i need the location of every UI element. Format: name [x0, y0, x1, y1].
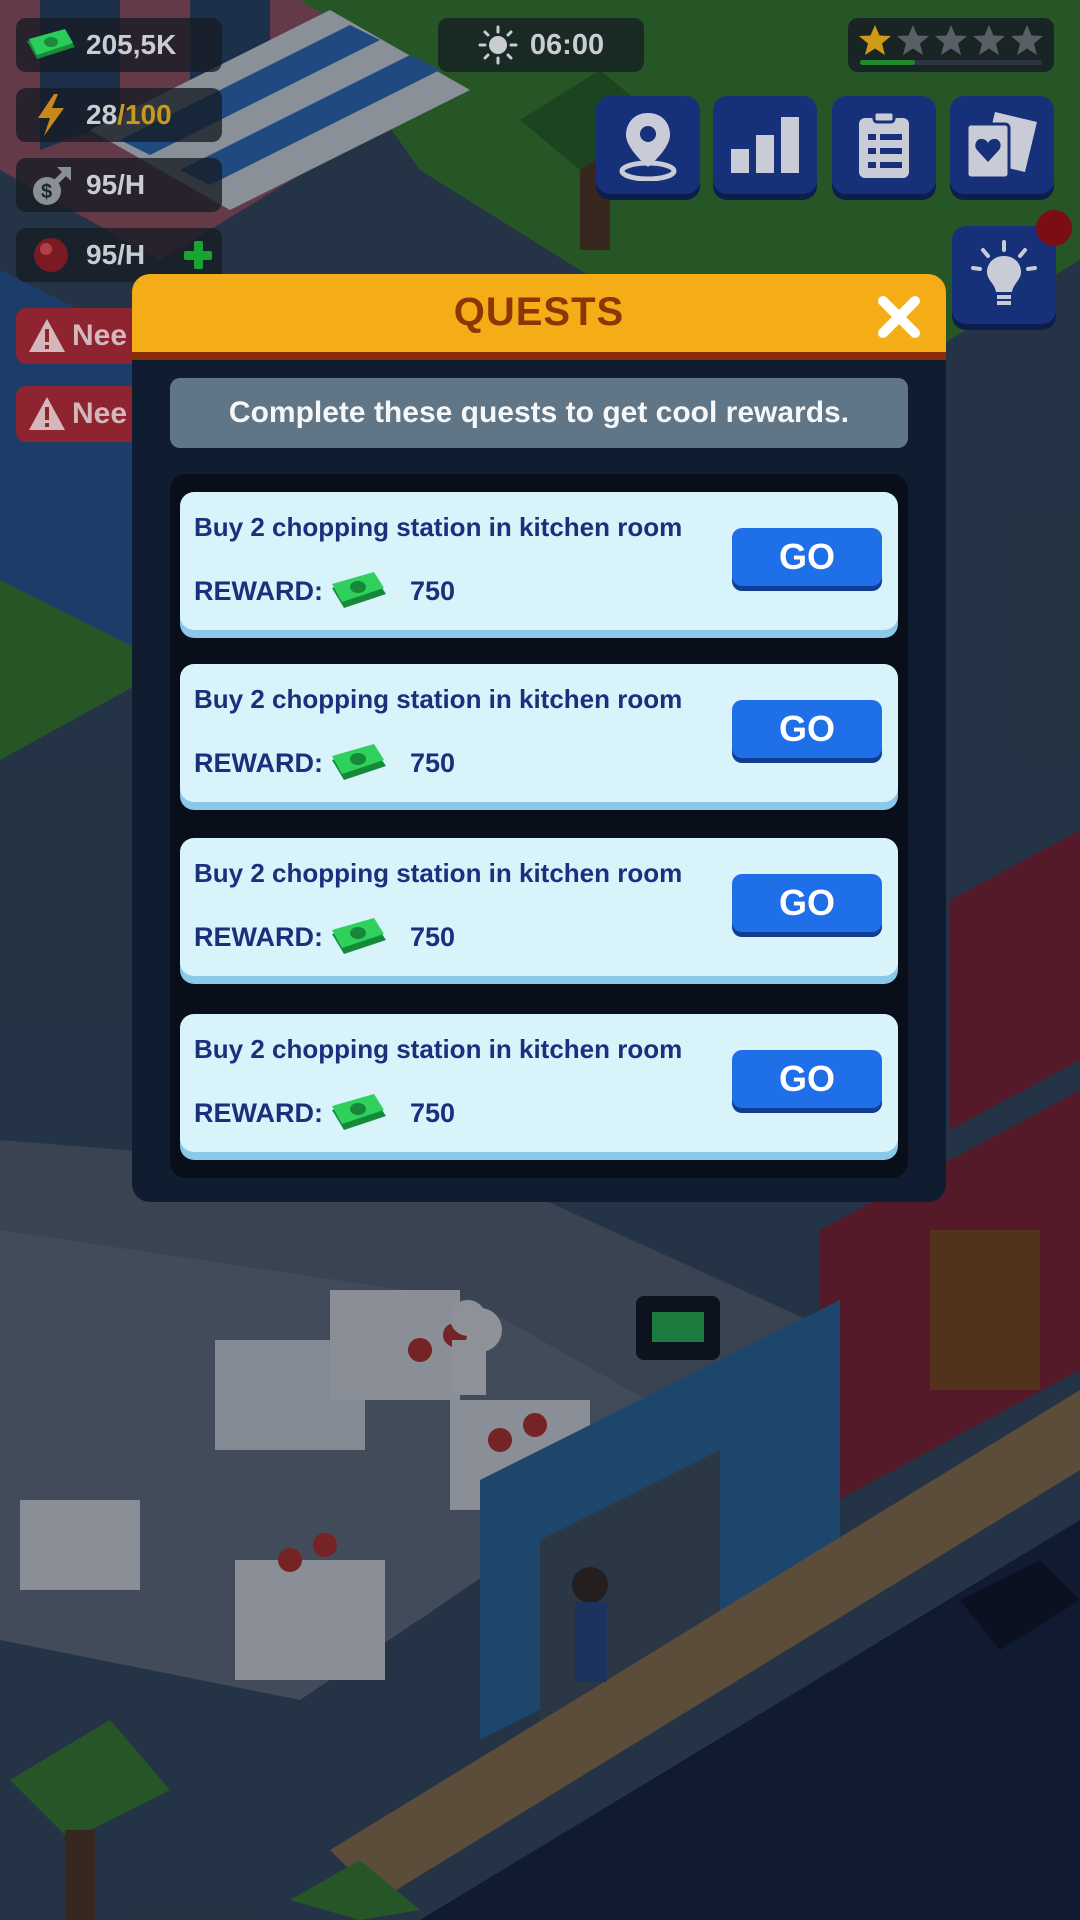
close-icon[interactable]: [876, 294, 922, 340]
quest-description: Buy 2 chopping station in kitchen room: [194, 1034, 683, 1064]
warning-icon: [29, 319, 65, 352]
lightning-icon: [16, 88, 86, 142]
reward-label: REWARD:: [194, 576, 323, 606]
quest-card: Buy 2 chopping station in kitchen room R…: [180, 664, 898, 802]
reward-label: REWARD:: [194, 748, 323, 778]
reward-amount: 750: [410, 1098, 456, 1128]
money-bag-arrow-icon: $: [16, 158, 86, 212]
star-empty-icon: [973, 25, 1005, 55]
go-button[interactable]: GO: [732, 874, 882, 932]
gems-value: 95/H: [86, 239, 146, 270]
cash-icon: [16, 18, 86, 72]
star-empty-icon: [1011, 25, 1043, 55]
time-display: 06:00: [438, 18, 644, 72]
income-value: 95/H: [86, 169, 146, 200]
sun-icon: [478, 25, 518, 65]
reward-amount: 750: [410, 576, 456, 606]
add-gems-plus-icon[interactable]: [182, 239, 214, 271]
cards-heart-icon: [965, 112, 1037, 180]
cash-icon: [332, 744, 386, 780]
star-rating[interactable]: [848, 18, 1054, 72]
quest-description: Buy 2 chopping station in kitchen room: [194, 512, 683, 542]
reward-label: REWARD:: [194, 922, 323, 952]
energy-value: 28: [86, 99, 118, 130]
quest-card: Buy 2 chopping station in kitchen room R…: [180, 1014, 898, 1152]
warning-icon: [29, 397, 65, 430]
cash-icon: [332, 572, 386, 608]
warning-text-1: Nee: [72, 319, 128, 352]
modal-title: QUESTS: [453, 290, 625, 334]
go-button[interactable]: GO: [732, 1050, 882, 1108]
modal-header: QUESTS: [132, 274, 946, 360]
quests-button[interactable]: [832, 96, 936, 194]
star-empty-icon: [935, 25, 967, 55]
time-value: 06:00: [529, 28, 605, 61]
star-progress-bar: [860, 60, 1042, 65]
reward-label: REWARD:: [194, 1098, 323, 1128]
star-filled-icon: [859, 25, 891, 55]
map-pin-icon: [619, 113, 677, 181]
quest-description: Buy 2 chopping station in kitchen room: [194, 684, 683, 714]
star-row: [858, 24, 1044, 56]
income-counter[interactable]: $ 95/H: [16, 158, 222, 212]
cash-counter[interactable]: 205,5K: [16, 18, 222, 72]
quest-card: Buy 2 chopping station in kitchen room R…: [180, 492, 898, 630]
star-progress-fill: [860, 60, 915, 65]
cards-button[interactable]: [950, 96, 1054, 194]
quests-modal: QUESTS Complete these quests to get cool…: [132, 274, 946, 1202]
stats-button[interactable]: [713, 96, 817, 194]
energy-max: /100: [117, 99, 172, 130]
energy-counter[interactable]: 28/100: [16, 88, 222, 142]
svg-text:$: $: [41, 181, 52, 203]
cash-value: 205,5K: [86, 29, 177, 60]
cash-icon: [332, 1094, 386, 1130]
quest-description: Buy 2 chopping station in kitchen room: [194, 858, 683, 888]
reward-amount: 750: [410, 748, 456, 778]
clipboard-icon: [859, 110, 909, 178]
gem-orb-icon: [16, 228, 86, 282]
go-button[interactable]: GO: [732, 700, 882, 758]
reward-amount: 750: [410, 922, 456, 952]
quest-list: Buy 2 chopping station in kitchen room R…: [170, 474, 908, 1178]
cash-icon: [332, 918, 386, 954]
quest-card: Buy 2 chopping station in kitchen room R…: [180, 838, 898, 976]
warning-text-2: Nee: [72, 397, 128, 430]
bar-chart-icon: [731, 117, 799, 173]
star-empty-icon: [897, 25, 929, 55]
go-button[interactable]: GO: [732, 528, 882, 586]
notification-dot: [1036, 210, 1072, 246]
lightbulb-icon: [971, 240, 1037, 305]
map-button[interactable]: [596, 96, 700, 194]
modal-subtitle: Complete these quests to get cool reward…: [170, 378, 908, 448]
